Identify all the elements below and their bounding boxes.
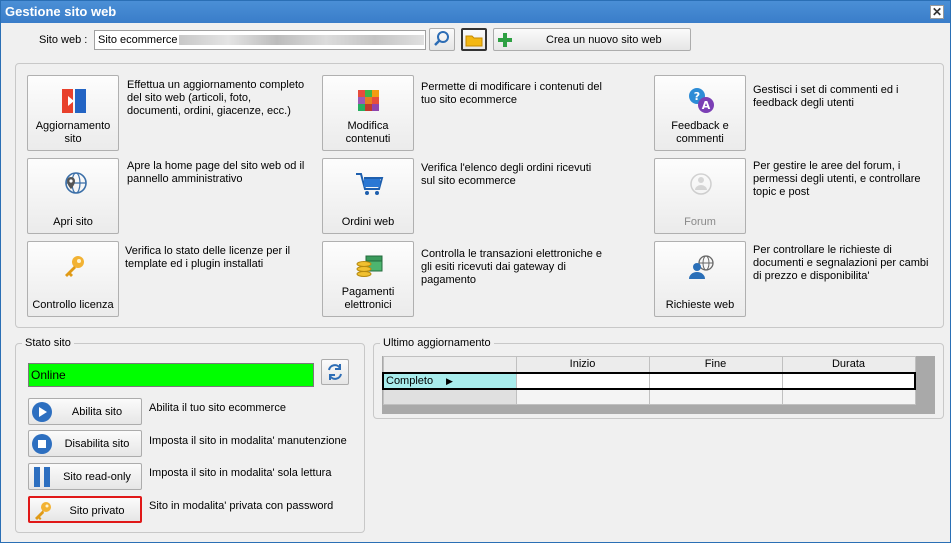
window-title: Gestione sito web <box>5 4 117 19</box>
content-grid-icon <box>358 90 379 111</box>
row-name: Completo <box>386 374 434 387</box>
richieste-web-tile[interactable]: Richieste web <box>654 241 746 317</box>
ordini-label: Ordini web <box>341 216 395 228</box>
empty-cell <box>648 388 783 405</box>
actions-panel: Aggiornamento sito Effettua un aggiornam… <box>15 63 944 328</box>
modifica-desc: Permette di modificare i contenuti del t… <box>421 81 602 106</box>
current-row-arrow-icon: ▶ <box>446 375 453 386</box>
abilita-label: Abilita sito <box>71 406 123 418</box>
apri-sito-desc: Apre la home page del sito web od il pan… <box>127 160 305 185</box>
pagamenti-label: Pagamenti elettronici <box>341 286 395 311</box>
forum-desc: Per gestire le aree del forum, i permess… <box>753 160 921 198</box>
durata-cell[interactable] <box>781 371 916 390</box>
modifica-label: Modifica contenuti <box>345 120 391 145</box>
col-durata: Durata <box>781 356 916 373</box>
globe-pin-icon <box>65 172 87 194</box>
site-value: Sito ecommerce <box>98 34 178 46</box>
privato-label: Sito privato <box>69 505 125 517</box>
read-only-desc: Imposta il sito in modalita' sola lettur… <box>149 467 332 479</box>
richieste-desc: Per controllare le richieste di document… <box>753 244 929 282</box>
licenza-label: Controllo licenza <box>32 299 114 311</box>
col-inizio: Inizio <box>515 356 650 373</box>
disabilita-label: Disabilita sito <box>64 438 130 450</box>
aggiornamento-label: Aggiornamento sito <box>35 120 111 145</box>
controllo-licenza-tile[interactable]: Controllo licenza <box>27 241 119 317</box>
title-bar: Gestione sito web ✕ <box>1 1 950 23</box>
folder-button[interactable] <box>461 28 487 51</box>
sito-read-only-button[interactable]: Sito read-only <box>28 463 142 490</box>
pagamenti-elettronici-tile[interactable]: Pagamenti elettronici <box>322 241 414 317</box>
aggiornamento-sito-tile[interactable]: Aggiornamento sito <box>27 75 119 151</box>
pagamenti-desc: Controlla le transazioni elettroniche e … <box>421 248 602 286</box>
feedback-desc: Gestisci i set di commenti ed i feedback… <box>753 84 899 109</box>
grid-corner <box>382 356 517 373</box>
ordini-web-tile[interactable]: Ordini web <box>322 158 414 234</box>
apri-sito-label: Apri sito <box>53 216 93 228</box>
licenza-desc: Verifica lo stato delle licenze per il t… <box>125 245 291 270</box>
empty-cell <box>515 388 650 405</box>
ordini-desc: Verifica l'elenco degli ordini ricevuti … <box>421 162 592 187</box>
search-button[interactable] <box>429 28 455 51</box>
refresh-button[interactable] <box>321 359 349 385</box>
aggiornamento-grid: Inizio Fine Durata Completo ▶ <box>382 356 916 405</box>
gestione-sito-window: Gestione sito web ✕ Sito web : Sito ecom… <box>0 0 951 543</box>
empty-cell <box>781 388 916 405</box>
ultimo-aggiornamento-group: Ultimo aggiornamento Inizio Fine Durata … <box>373 336 944 419</box>
disabilita-sito-button[interactable]: Disabilita sito <box>28 430 142 457</box>
modifica-contenuti-tile[interactable]: Modifica contenuti <box>322 75 414 151</box>
site-field[interactable]: Sito ecommerce <box>94 30 426 50</box>
richieste-label: Richieste web <box>665 299 735 311</box>
sito-privato-button[interactable]: Sito privato <box>28 496 142 523</box>
svg-text:A: A <box>702 99 711 112</box>
plus-icon <box>498 33 512 47</box>
redacted-text <box>179 35 425 46</box>
abilita-desc: Abilita il tuo sito ecommerce <box>149 402 286 414</box>
ultimo-aggiornamento-title: Ultimo aggiornamento <box>380 336 494 350</box>
close-button[interactable]: ✕ <box>930 5 944 19</box>
key-icon <box>65 256 84 277</box>
read-only-label: Sito read-only <box>63 471 131 483</box>
cart-icon <box>356 173 384 195</box>
site-label: Sito web : <box>39 34 88 46</box>
empty-row <box>382 388 916 405</box>
forum-label: Forum <box>684 216 716 228</box>
aggiornamento-desc: Effettua un aggiornamento completo del s… <box>127 79 305 117</box>
key-icon <box>35 502 51 520</box>
apri-sito-tile[interactable]: Apri sito <box>27 158 119 234</box>
table-row[interactable]: Completo ▶ <box>382 371 916 390</box>
forum-tile[interactable]: Forum <box>654 158 746 234</box>
user-globe-icon <box>689 255 714 279</box>
pause-icon <box>34 467 50 487</box>
feedback-label: Feedback e commenti <box>671 120 729 145</box>
col-fine: Fine <box>648 356 783 373</box>
play-icon <box>32 402 52 422</box>
stato-sito-group: Stato sito Online Abilita sito Abilita i… <box>15 336 365 533</box>
refresh-icon <box>328 364 342 380</box>
grid-header-row: Inizio Fine Durata <box>382 356 916 373</box>
new-site-label: Crea un nuovo sito web <box>546 34 662 46</box>
privato-desc: Sito in modalita' privata con password <box>149 500 334 512</box>
question-answer-icon: ? A <box>689 88 714 113</box>
status-indicator: Online <box>28 363 314 387</box>
row-name-cell[interactable]: Completo ▶ <box>382 371 516 390</box>
abilita-sito-button[interactable]: Abilita sito <box>28 398 142 425</box>
feedback-commenti-tile[interactable]: ? A Feedback e commenti <box>654 75 746 151</box>
inizio-cell[interactable] <box>515 371 650 390</box>
stato-sito-title: Stato sito <box>22 336 74 350</box>
forum-icon <box>690 173 712 195</box>
money-icon <box>356 255 383 277</box>
empty-cell <box>382 388 517 405</box>
folder-icon <box>465 35 483 47</box>
search-icon <box>434 31 449 46</box>
stop-icon <box>32 434 52 454</box>
update-icon <box>62 89 86 113</box>
disabilita-desc: Imposta il sito in modalita' manutenzion… <box>149 435 347 447</box>
fine-cell[interactable] <box>648 371 783 390</box>
new-site-button[interactable]: Crea un nuovo sito web <box>493 28 691 51</box>
